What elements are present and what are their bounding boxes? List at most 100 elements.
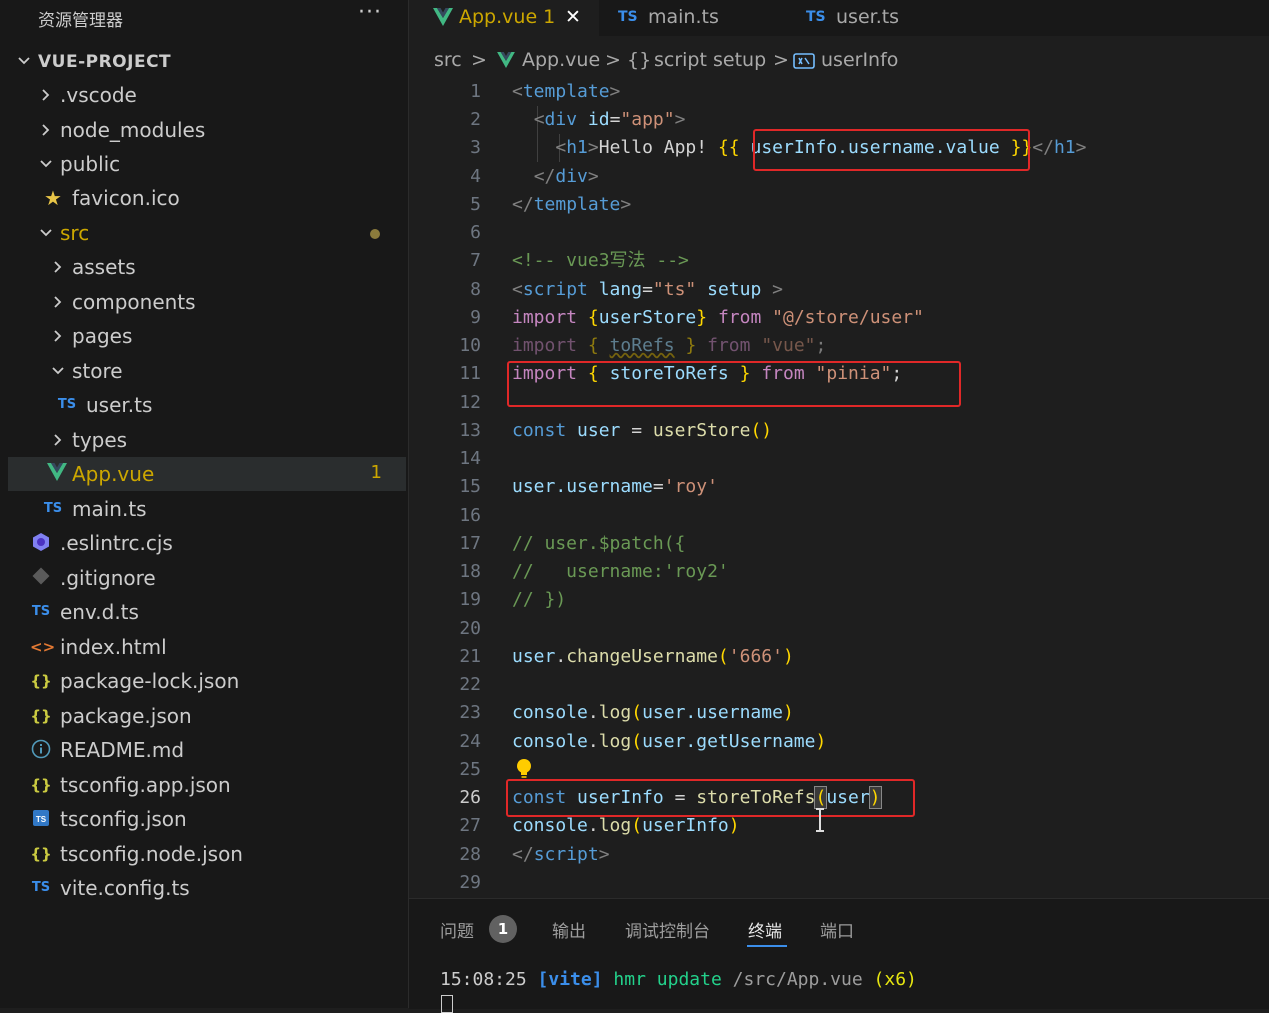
line-number-current: 26 xyxy=(459,787,481,808)
more-actions-button[interactable]: ··· xyxy=(358,0,382,25)
code-line: <script lang="ts" setup > xyxy=(512,279,783,300)
line-number: 20 xyxy=(459,618,481,639)
star-icon: ★ xyxy=(44,186,62,210)
line-number: 4 xyxy=(470,166,481,187)
vue-file-icon xyxy=(497,51,515,73)
tree-item-index-html[interactable]: <> index.html xyxy=(8,630,406,664)
info-icon xyxy=(30,739,52,761)
breadcrumb-separator: > xyxy=(605,49,621,71)
tab-user-ts[interactable]: TS user.ts xyxy=(784,0,974,36)
code-line: const user = userStore() xyxy=(512,420,773,441)
breadcrumb-file[interactable]: App.vue xyxy=(522,49,600,71)
tree-item-favicon[interactable]: ★ favicon.ico xyxy=(8,181,406,215)
line-number: 22 xyxy=(459,674,481,695)
tree-item-label: types xyxy=(72,428,128,452)
typescript-file-icon: TS xyxy=(43,501,63,516)
tab-main-ts[interactable]: TS main.ts xyxy=(600,0,783,36)
code-line: user.changeUsername('666') xyxy=(512,646,794,667)
code-line: // user.$patch({ xyxy=(512,533,686,554)
tree-item-gitignore[interactable]: .gitignore xyxy=(8,561,406,595)
chevron-down-icon xyxy=(36,147,56,181)
editor-tab-bar: App.vue 1 ✕ TS main.ts TS user.ts xyxy=(409,0,1269,36)
tree-item-label: assets xyxy=(72,255,136,279)
tree-item-label: tsconfig.node.json xyxy=(60,842,243,866)
tree-item-src[interactable]: src xyxy=(8,216,406,250)
tree-item-types[interactable]: types xyxy=(8,423,406,457)
tab-terminal[interactable]: 终端 xyxy=(748,917,782,942)
terminal-output[interactable]: 15:08:25 [vite] hmr update /src/App.vue … xyxy=(440,969,917,990)
terminal-cursor xyxy=(441,995,453,1013)
code-line: import {userStore} from "@/store/user" xyxy=(512,307,924,328)
vue-file-icon xyxy=(46,463,68,485)
line-number: 7 xyxy=(470,250,481,271)
breadcrumb: src > App.vue > {} script setup > userIn… xyxy=(409,42,1269,78)
tree-item-vscode[interactable]: .vscode xyxy=(8,78,406,112)
code-line: <!-- vue3写法 --> xyxy=(512,250,689,271)
line-number: 1 xyxy=(470,81,481,102)
tree-item-label: user.ts xyxy=(86,393,153,417)
typescript-file-icon: TS xyxy=(31,604,51,619)
problems-count-badge: 1 xyxy=(489,915,517,943)
highlight-box xyxy=(507,361,961,407)
tree-item-label: index.html xyxy=(60,635,167,659)
variable-icon xyxy=(793,52,815,74)
tree-item-readme[interactable]: README.md xyxy=(8,733,406,767)
breadcrumb-src[interactable]: src xyxy=(434,49,462,71)
tree-item-node-modules[interactable]: node_modules xyxy=(8,113,406,147)
close-icon[interactable]: ✕ xyxy=(565,6,581,28)
tree-item-env-d-ts[interactable]: TS env.d.ts xyxy=(8,595,406,629)
tree-item-pages[interactable]: pages xyxy=(8,319,406,353)
tree-item-vite-config[interactable]: TS vite.config.ts xyxy=(8,871,406,905)
code-line: console.log(user.username) xyxy=(512,702,794,723)
tree-item-package-json[interactable]: {} package.json xyxy=(8,699,406,733)
tree-item-user-ts[interactable]: TS user.ts xyxy=(8,388,406,422)
tree-item-label: .gitignore xyxy=(60,566,156,590)
line-number: 8 xyxy=(470,279,481,300)
typescript-file-icon: TS xyxy=(806,9,826,25)
tree-item-store[interactable]: store xyxy=(8,354,406,388)
tree-item-label: App.vue xyxy=(72,462,155,486)
tree-root-vue-project[interactable]: VUE-PROJECT xyxy=(8,44,406,78)
chevron-right-icon xyxy=(36,113,56,147)
tab-app-vue[interactable]: App.vue 1 ✕ xyxy=(409,0,599,36)
tree-item-components[interactable]: components xyxy=(8,285,406,319)
breadcrumb-symbol[interactable]: userInfo xyxy=(821,49,898,71)
tree-item-assets[interactable]: assets xyxy=(8,250,406,284)
breadcrumb-scope[interactable]: script setup xyxy=(654,49,766,71)
tree-item-label: vite.config.ts xyxy=(60,876,190,900)
explorer-title: 资源管理器 xyxy=(38,11,123,31)
modified-dot-icon xyxy=(370,229,380,239)
tab-label: main.ts xyxy=(648,6,719,28)
code-line: <div id="app"> xyxy=(533,109,686,130)
tree-item-tsconfig[interactable]: TS tsconfig.json xyxy=(8,802,406,836)
tab-debug-console[interactable]: 调试控制台 xyxy=(625,917,710,942)
line-number: 2 xyxy=(470,109,481,130)
breadcrumb-separator: > xyxy=(471,49,487,71)
tree-item-label: .eslintrc.cjs xyxy=(60,531,173,555)
explorer-header: 资源管理器 ··· xyxy=(0,0,408,34)
tree-item-label: .vscode xyxy=(60,83,137,107)
line-number: 14 xyxy=(459,448,481,469)
text-cursor-icon xyxy=(814,808,826,836)
tree-item-main-ts[interactable]: TS main.ts xyxy=(8,492,406,526)
tab-ports[interactable]: 端口 xyxy=(820,917,854,942)
json-file-icon: {} xyxy=(30,776,52,794)
line-number: 5 xyxy=(470,194,481,215)
breadcrumb-separator: > xyxy=(773,49,789,71)
tree-item-tsconfig-node[interactable]: {} tsconfig.node.json xyxy=(8,837,406,871)
tab-output[interactable]: 输出 xyxy=(552,917,586,942)
tree-item-app-vue[interactable]: App.vue 1 xyxy=(8,457,406,491)
typescript-file-icon: TS xyxy=(31,880,51,895)
tab-problems[interactable]: 问题 xyxy=(440,917,474,942)
typescript-file-icon: TS xyxy=(618,9,638,25)
code-line: user.username='roy' xyxy=(512,476,718,497)
code-line: <template> xyxy=(512,81,621,102)
json-file-icon: {} xyxy=(30,672,52,690)
tree-item-public[interactable]: public xyxy=(8,147,406,181)
tree-item-tsconfig-app[interactable]: {} tsconfig.app.json xyxy=(8,768,406,802)
tree-item-label: pages xyxy=(72,324,133,348)
tree-item-package-lock[interactable]: {} package-lock.json xyxy=(8,664,406,698)
code-editor[interactable]: 1 2 3 4 5 6 7 8 9 10 11 12 13 14 15 16 1… xyxy=(409,78,1269,898)
tree-item-eslintrc[interactable]: .eslintrc.cjs xyxy=(8,526,406,560)
highlight-box xyxy=(753,129,1030,171)
